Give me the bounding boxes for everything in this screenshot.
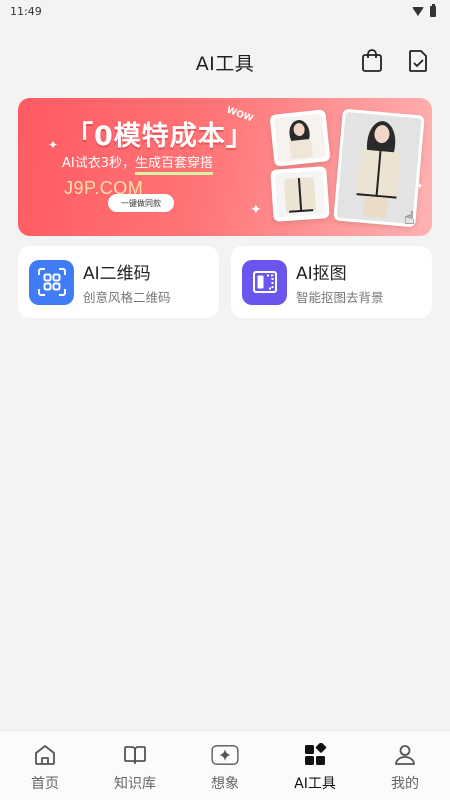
nav-item-profile[interactable]: 我的 [360,731,450,800]
header-actions [360,48,430,74]
bottom-nav: 首页 知识库 想象 AI工具 我的 [0,730,450,800]
try-same-style-button[interactable]: 一键做同款 [108,194,174,212]
nav-item-imagine[interactable]: 想象 [180,731,270,800]
tool-text: AI抠图 智能抠图去背景 [296,259,384,306]
cutout-icon [242,259,287,305]
tool-title: AI二维码 [83,263,151,284]
battery-icon [430,3,436,17]
user-icon [391,741,419,769]
nav-label: AI工具 [294,776,336,792]
banner-subtitle-highlight: 生成百套穿搭 [135,156,214,175]
nav-item-home[interactable]: 首页 [0,731,90,800]
qr-code-icon [29,259,74,305]
banner-subtitle-prefix: AI试衣3秒， [62,156,135,171]
page-title: AI工具 [195,52,255,75]
sparkle-decoration-icon: ✦ [250,202,262,218]
shopping-bag-icon[interactable] [360,48,384,74]
nav-item-knowledge[interactable]: 知识库 [90,731,180,800]
nav-label: 我的 [391,776,419,792]
app-header: AI工具 [0,40,450,84]
nav-label: 首页 [31,776,59,792]
document-check-icon[interactable] [406,48,430,74]
banner-headline: 「0模特成本」 [66,121,254,152]
nav-label: 想象 [211,776,239,792]
tool-description: 创意风格二维码 [83,289,171,305]
model-photo-thumbnail [269,109,331,167]
sparkle-decoration-icon: ✦ [48,138,59,152]
hand-cursor-icon: ☝ [404,208,415,229]
tool-card-ai-cutout[interactable]: AI抠图 智能抠图去背景 [231,246,432,318]
status-time: 11:49 [10,4,42,18]
nav-label: 知识库 [114,776,156,792]
home-icon [31,741,59,769]
tool-text: AI二维码 创意风格二维码 [83,259,171,306]
book-icon [121,741,149,769]
tool-description: 智能抠图去背景 [296,289,384,305]
promo-banner[interactable]: ✦ ✦ ✦ 「0模特成本」 WOW AI试衣3秒，生成百套穿搭 J9P.COM … [18,98,432,236]
banner-subtitle: AI试衣3秒，生成百套穿搭 [62,152,214,175]
nav-item-ai-tools[interactable]: AI工具 [270,731,360,800]
garment-photo-thumbnail [270,166,330,222]
grid-icon [301,741,329,769]
tool-card-ai-qrcode[interactable]: AI二维码 创意风格二维码 [18,246,219,318]
tool-title: AI抠图 [296,263,347,284]
sparkle-icon [211,741,239,769]
wifi-icon [412,6,424,16]
status-bar: 11:49 [0,0,450,22]
status-icons [412,3,436,17]
